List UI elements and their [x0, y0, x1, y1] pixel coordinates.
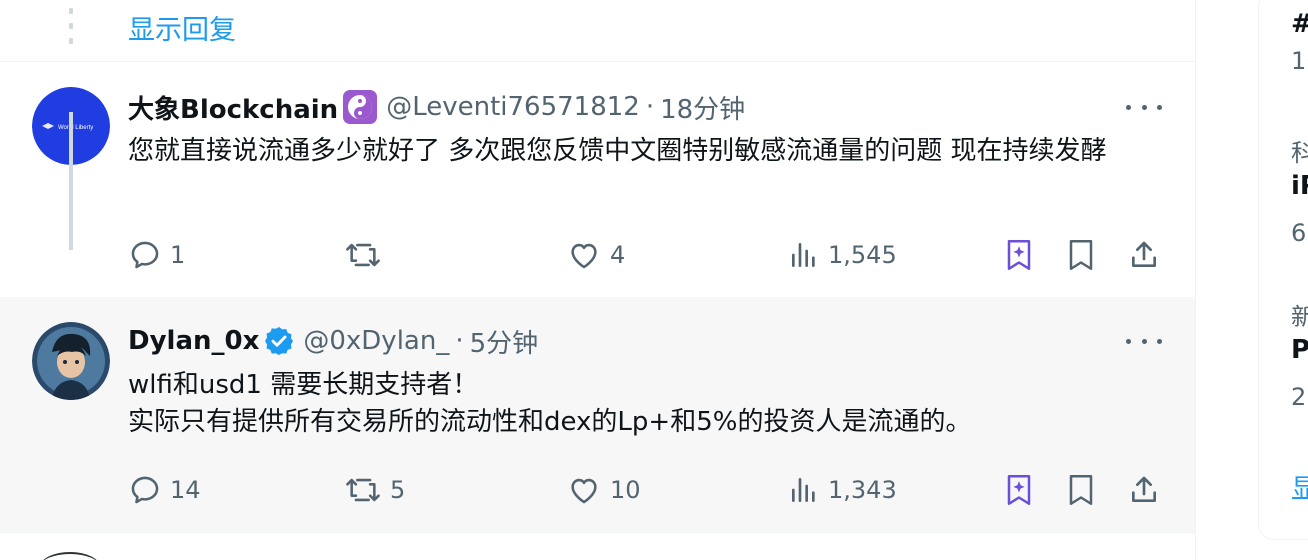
- handle[interactable]: @0xDylan_: [303, 326, 449, 356]
- tweet-text: wlfi和usd1 需要长期支持者！ 实际只有提供所有交易所的流动性和dex的L…: [128, 367, 1168, 441]
- tweet-text-line: wlfi和usd1 需要长期支持者！: [128, 370, 479, 400]
- grok-icon: [1007, 475, 1031, 505]
- timestamp[interactable]: 5分钟: [470, 323, 539, 360]
- like-icon: [571, 478, 597, 504]
- trend-title[interactable]: iP: [1291, 171, 1308, 201]
- trend-meta: 6: [1291, 219, 1307, 247]
- views-count: 1,343: [828, 476, 897, 504]
- reply-button[interactable]: 1: [128, 235, 185, 275]
- trend-category: 科: [1291, 133, 1308, 168]
- like-button[interactable]: 4: [566, 235, 625, 275]
- separator: ·: [455, 326, 464, 356]
- timestamp[interactable]: 18分钟: [660, 89, 745, 126]
- yin-yang-icon: [342, 89, 378, 125]
- bookmark-icon: [1069, 475, 1093, 505]
- bookmark-button[interactable]: [1066, 235, 1096, 275]
- show-replies-row[interactable]: 显示回复: [0, 0, 1195, 62]
- tweet-text-line: 实际只有提供所有交易所的流动性和dex的Lp+和5%的投资人是流通的。: [128, 407, 972, 437]
- reply-icon: [131, 476, 159, 504]
- thread-connector: [69, 112, 73, 250]
- tweet-text: 您就直接说流通多少就好了 多次跟您反馈中文圈特别敏感流通量的问题 现在持续发酵: [128, 136, 1107, 166]
- views-count: 1,545: [828, 241, 897, 269]
- more-icon[interactable]: [1126, 99, 1162, 115]
- trend-title[interactable]: P: [1291, 335, 1308, 365]
- retweet-icon: [346, 478, 380, 502]
- trend-meta: 16: [1291, 47, 1308, 75]
- retweet-button[interactable]: 5: [344, 470, 405, 510]
- share-button[interactable]: [1128, 235, 1160, 275]
- more-icon[interactable]: [1126, 333, 1162, 349]
- grok-icon: [1007, 240, 1031, 270]
- show-more-link[interactable]: 显: [1291, 467, 1308, 506]
- retweet-icon: [346, 243, 380, 267]
- views-icon: [792, 243, 815, 267]
- tweet-actions: 1 4 1,545: [128, 235, 1168, 275]
- tweet[interactable]: World Liberty 大象Blockchain @Leventi76571…: [0, 63, 1195, 297]
- like-count: 10: [610, 476, 641, 504]
- tweet-header: Dylan_0x @0xDylan_ · 5分钟: [128, 323, 538, 359]
- separator: ·: [645, 92, 655, 122]
- grok-button[interactable]: [1004, 470, 1034, 510]
- share-icon: [1132, 241, 1156, 267]
- grok-button[interactable]: [1004, 235, 1034, 275]
- show-replies-link[interactable]: 显示回复: [128, 8, 236, 47]
- display-name[interactable]: Dylan_0x: [128, 326, 259, 356]
- reply-button[interactable]: 14: [128, 470, 201, 510]
- display-name[interactable]: 大象Blockchain: [128, 89, 338, 126]
- next-tweet-avatar-edge: [40, 552, 100, 560]
- bookmark-button[interactable]: [1066, 470, 1096, 510]
- avatar[interactable]: [32, 322, 110, 400]
- tweet-header: 大象Blockchain @Leventi76571812 · 18分钟: [128, 89, 745, 125]
- handle[interactable]: @Leventi76571812: [386, 92, 640, 122]
- timeline: 显示回复 World Liberty 大象Blockchain @Leventi…: [0, 0, 1196, 560]
- tweet[interactable]: Dylan_0x @0xDylan_ · 5分钟 wlfi和usd1 需要长期支…: [0, 297, 1195, 533]
- thread-dots-icon: [69, 8, 73, 44]
- views-button[interactable]: 1,343: [788, 470, 897, 510]
- tweet-actions: 14 5 10 1,343: [128, 470, 1168, 510]
- like-icon: [571, 243, 597, 269]
- reply-icon: [131, 241, 159, 269]
- views-icon: [792, 478, 815, 502]
- share-button[interactable]: [1128, 470, 1160, 510]
- trend-category: 新: [1291, 297, 1308, 332]
- like-button[interactable]: 10: [566, 470, 641, 510]
- trend-title[interactable]: #: [1291, 9, 1308, 39]
- reply-count: 1: [170, 241, 186, 269]
- avatar-wordmark: World Liberty: [58, 125, 93, 131]
- trend-meta: 2: [1291, 383, 1307, 411]
- share-icon: [1132, 476, 1156, 502]
- retweet-button[interactable]: [344, 235, 390, 275]
- like-count: 4: [610, 241, 626, 269]
- reply-count: 14: [170, 476, 201, 504]
- retweet-count: 5: [390, 476, 406, 504]
- trends-sidebar: # 16 科 iP 6 新 P 2 显: [1258, 0, 1308, 540]
- bookmark-icon: [1069, 240, 1093, 270]
- verified-icon: [263, 325, 295, 357]
- views-button[interactable]: 1,545: [788, 235, 897, 275]
